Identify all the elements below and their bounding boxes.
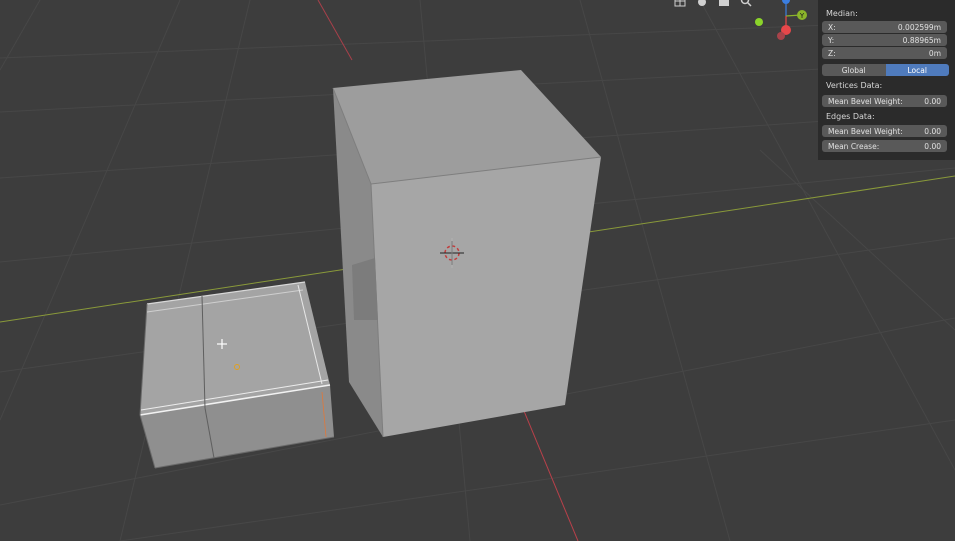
- median-z-field[interactable]: Z: 0m: [822, 47, 947, 59]
- y-axis-line-top: [317, 0, 353, 61]
- grid-icon[interactable]: [672, 0, 688, 8]
- edges-data-header: Edges Data:: [826, 112, 875, 121]
- median-y-field[interactable]: Y: 0.88965m: [822, 34, 947, 46]
- vertex-bevel-weight-value: 0.00: [924, 96, 941, 106]
- gizmo-neg-x-icon[interactable]: [777, 32, 785, 40]
- space-toggle: Global Local: [822, 64, 949, 76]
- median-label: Median:: [826, 9, 858, 18]
- vertices-data-header: Vertices Data:: [826, 81, 883, 90]
- edge-bevel-weight-label: Mean Bevel Weight:: [828, 126, 903, 136]
- global-button[interactable]: Global: [822, 64, 886, 76]
- edge-crease-label: Mean Crease:: [828, 141, 880, 151]
- median-x-field[interactable]: X: 0.002599m: [822, 21, 947, 33]
- gizmo-y-label: Y: [799, 12, 805, 20]
- median-z-value: 0m: [928, 48, 941, 58]
- edge-crease-value: 0.00: [924, 141, 941, 151]
- edge-bevel-weight-value: 0.00: [924, 126, 941, 136]
- edge-bevel-weight-field[interactable]: Mean Bevel Weight: 0.00: [822, 125, 947, 137]
- vertex-bevel-weight-field[interactable]: Mean Bevel Weight: 0.00: [822, 95, 947, 107]
- local-button[interactable]: Local: [885, 64, 949, 76]
- short-box-mesh[interactable]: [139, 281, 335, 469]
- camera-icon[interactable]: [716, 0, 732, 8]
- viewport-navigation-tools: [672, 0, 754, 8]
- scene: Y: [0, 0, 955, 541]
- transform-panel: Median: X: 0.002599m Y: 0.88965m Z: 0m G…: [818, 0, 955, 160]
- 3d-viewport[interactable]: Y Median: X: 0.002599m Y: 0.88965m Z: 0m: [0, 0, 955, 541]
- median-y-label: Y:: [828, 35, 835, 45]
- edge-crease-field[interactable]: Mean Crease: 0.00: [822, 140, 947, 152]
- median-x-label: X:: [828, 22, 836, 32]
- navigation-gizmo[interactable]: Y: [755, 0, 807, 40]
- gizmo-z-icon[interactable]: [782, 0, 790, 4]
- median-y-value: 0.88965m: [902, 35, 941, 45]
- zoom-icon[interactable]: [738, 0, 754, 8]
- median-x-value: 0.002599m: [897, 22, 941, 32]
- hand-icon[interactable]: [694, 0, 710, 8]
- inner-notch: [352, 258, 378, 320]
- gizmo-neg-y-icon[interactable]: [755, 18, 763, 26]
- vertex-bevel-weight-label: Mean Bevel Weight:: [828, 96, 903, 106]
- median-z-label: Z:: [828, 48, 836, 58]
- tall-cube[interactable]: [332, 70, 602, 438]
